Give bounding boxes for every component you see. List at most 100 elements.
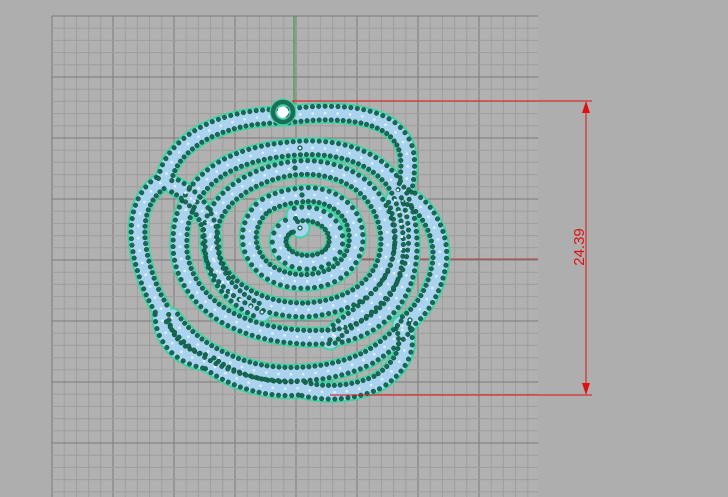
- prong-bead: [355, 379, 361, 385]
- prong-bead: [402, 130, 408, 136]
- prong-bead: [406, 240, 412, 246]
- prong-bead: [235, 356, 241, 362]
- prong-bead: [383, 181, 389, 187]
- prong-bead: [213, 361, 219, 367]
- prong-bead: [333, 191, 339, 197]
- prong-bead: [289, 326, 295, 332]
- prong-bead: [355, 303, 361, 309]
- prong-bead: [341, 252, 347, 258]
- prong-bead: [252, 361, 258, 367]
- prong-bead: [258, 362, 264, 368]
- stone-highlight: [260, 310, 264, 314]
- prong-bead: [213, 224, 219, 230]
- stone-highlight: [286, 147, 289, 151]
- prong-bead: [428, 238, 434, 244]
- prong-bead: [333, 176, 339, 182]
- prong-bead: [244, 161, 250, 167]
- prong-bead: [327, 213, 333, 219]
- stone-highlight: [302, 372, 305, 376]
- prong-bead: [339, 213, 345, 219]
- stone-highlight: [307, 308, 310, 312]
- stone-highlight: [399, 247, 403, 251]
- prong-bead: [196, 217, 202, 223]
- stone-highlight: [231, 192, 234, 196]
- prong-bead: [386, 349, 392, 355]
- prong-bead: [310, 117, 316, 123]
- prong-bead: [388, 378, 394, 384]
- stone-highlight: [306, 166, 309, 169]
- prong-bead: [280, 312, 286, 318]
- prong-bead: [300, 364, 306, 370]
- stone-highlight: [226, 163, 229, 167]
- prong-bead: [344, 222, 350, 228]
- prong-bead: [245, 213, 251, 219]
- prong-bead: [373, 155, 379, 161]
- prong-bead: [412, 268, 418, 274]
- prong-bead: [176, 204, 182, 210]
- prong-bead: [186, 260, 192, 266]
- viewport-canvas[interactable]: 24.39: [0, 0, 728, 497]
- prong-bead: [378, 300, 384, 306]
- stone-highlight: [178, 245, 182, 248]
- prong-bead: [332, 396, 338, 402]
- prong-bead: [242, 220, 248, 226]
- prong-bead: [423, 222, 429, 228]
- prong-bead: [370, 327, 376, 333]
- prong-bead: [256, 389, 262, 395]
- stone-highlight: [161, 319, 164, 323]
- stone-highlight: [354, 233, 358, 237]
- prong-bead: [182, 320, 188, 326]
- prong-bead: [318, 283, 324, 289]
- prong-bead: [237, 384, 243, 390]
- prong-bead: [388, 359, 394, 365]
- prong-bead: [406, 234, 412, 240]
- prong-bead: [303, 104, 309, 110]
- prong-bead: [178, 195, 184, 201]
- prong-bead: [199, 171, 205, 177]
- prong-bead: [250, 159, 256, 165]
- prong-bead: [285, 187, 291, 193]
- rhino-top-viewport[interactable]: 24.39: [0, 0, 728, 497]
- prong-bead: [285, 153, 291, 159]
- prong-bead: [386, 185, 392, 191]
- prong-bead: [218, 174, 224, 180]
- prong-bead: [355, 284, 361, 290]
- prong-bead: [185, 255, 191, 261]
- prong-bead: [231, 311, 237, 317]
- prong-bead: [410, 209, 416, 215]
- stone-highlight: [240, 365, 244, 369]
- prong-bead: [386, 331, 392, 337]
- stone-highlight: [287, 256, 291, 259]
- stone-highlight: [308, 336, 311, 339]
- stone-highlight: [299, 260, 303, 264]
- prong-bead: [282, 378, 288, 384]
- prong-bead: [170, 172, 176, 178]
- stone-highlight: [320, 335, 324, 339]
- prong-bead: [399, 314, 405, 320]
- stone-highlight: [325, 196, 329, 200]
- prong-bead: [325, 282, 331, 288]
- prong-bead: [423, 282, 429, 288]
- prong-bead: [203, 121, 209, 127]
- prong-bead: [361, 194, 367, 200]
- prong-bead: [304, 171, 310, 177]
- stone-highlight: [221, 280, 225, 284]
- stone-highlight: [384, 255, 388, 259]
- prong-bead: [337, 382, 343, 388]
- stone-highlight: [359, 156, 363, 159]
- prong-bead: [388, 205, 394, 211]
- prong-bead: [299, 252, 305, 258]
- prong-bead: [418, 293, 424, 299]
- prong-bead: [392, 228, 398, 234]
- prong-bead: [170, 230, 176, 236]
- stone-highlight: [299, 113, 302, 116]
- stone-highlight: [215, 170, 219, 173]
- prong-bead: [345, 370, 351, 376]
- stone-highlight: [406, 164, 410, 168]
- prong-bead: [395, 323, 401, 329]
- prong-bead: [257, 249, 263, 255]
- stone-highlight: [251, 179, 255, 182]
- prong-bead: [167, 150, 173, 156]
- prong-bead: [305, 285, 311, 291]
- stone-highlight: [435, 275, 438, 278]
